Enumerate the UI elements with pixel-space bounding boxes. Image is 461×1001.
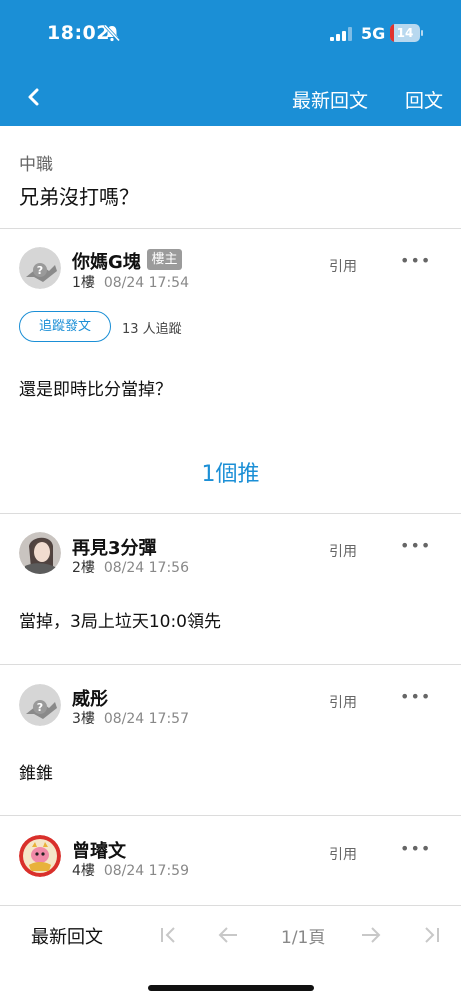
signal-icon bbox=[330, 27, 352, 41]
previous-page-icon[interactable] bbox=[217, 924, 239, 946]
more-options-icon[interactable]: ••• bbox=[400, 536, 431, 555]
network-label: 5G bbox=[361, 24, 386, 43]
post-floor: 1樓 bbox=[72, 275, 95, 291]
first-page-icon[interactable] bbox=[158, 924, 180, 946]
next-page-icon[interactable] bbox=[360, 924, 382, 946]
avatar-photo[interactable] bbox=[19, 532, 61, 574]
default-avatar-icon: ? bbox=[19, 247, 61, 289]
post-time: 08/24 17:54 bbox=[103, 275, 189, 291]
quote-button[interactable]: 引用 bbox=[329, 256, 357, 276]
more-options-icon[interactable]: ••• bbox=[400, 839, 431, 858]
post-meta: 2樓 08/24 17:56 bbox=[72, 557, 189, 577]
battery-nub bbox=[421, 30, 423, 36]
post-floor: 3樓 bbox=[72, 711, 95, 727]
battery-percent: 14 bbox=[396, 26, 414, 40]
quote-button[interactable]: 引用 bbox=[329, 844, 357, 864]
post-content: 當掉，3局上垃天10:0領先 bbox=[19, 612, 221, 632]
push-count[interactable]: 1個推 bbox=[0, 456, 461, 488]
post-meta: 3樓 08/24 17:57 bbox=[72, 708, 189, 728]
post-time: 08/24 17:59 bbox=[103, 863, 189, 879]
more-options-icon[interactable]: ••• bbox=[400, 687, 431, 706]
quote-button[interactable]: 引用 bbox=[329, 692, 357, 712]
post-floor: 2樓 bbox=[72, 560, 95, 576]
bottom-latest-reply-button[interactable]: 最新回文 bbox=[31, 923, 103, 949]
board-name[interactable]: 中職 bbox=[19, 150, 53, 175]
divider bbox=[0, 664, 461, 665]
status-time: 18:02 bbox=[47, 22, 110, 44]
divider bbox=[0, 228, 461, 229]
op-badge: 樓主 bbox=[147, 249, 182, 270]
home-indicator bbox=[148, 985, 314, 991]
page-indicator[interactable]: 1/1頁 bbox=[281, 923, 325, 948]
post-floor: 4樓 bbox=[72, 863, 95, 879]
battery-icon: 14 bbox=[390, 24, 420, 42]
post-author[interactable]: 你媽G塊 bbox=[72, 248, 141, 274]
header-bar: 18:02 5G 14 最新回文 回文 bbox=[0, 0, 461, 126]
post-meta: 1樓 08/24 17:54 bbox=[72, 272, 189, 292]
bell-muted-icon bbox=[103, 24, 121, 42]
divider bbox=[0, 513, 461, 514]
svg-text:?: ? bbox=[37, 264, 43, 277]
follower-count: 13 人追蹤 bbox=[122, 322, 182, 337]
avatar-default[interactable]: ? bbox=[19, 684, 61, 726]
back-chevron-icon[interactable] bbox=[22, 84, 46, 110]
thread-title: 兄弟沒打嗎？ bbox=[19, 185, 139, 209]
divider bbox=[0, 815, 461, 816]
default-avatar-icon: ? bbox=[19, 684, 61, 726]
post-content: 錐錐 bbox=[19, 764, 53, 784]
post-meta: 4樓 08/24 17:59 bbox=[72, 860, 189, 880]
quote-button[interactable]: 引用 bbox=[329, 541, 357, 561]
post-time: 08/24 17:57 bbox=[103, 711, 189, 727]
more-options-icon[interactable]: ••• bbox=[400, 251, 431, 270]
avatar-default[interactable]: ? bbox=[19, 247, 61, 289]
latest-reply-button[interactable]: 最新回文 bbox=[292, 86, 368, 113]
svg-text:?: ? bbox=[37, 701, 43, 714]
reply-button[interactable]: 回文 bbox=[405, 86, 443, 113]
post-content: 還是即時比分當掉？ bbox=[19, 380, 172, 400]
avatar-dragon[interactable] bbox=[19, 835, 61, 877]
post-time: 08/24 17:56 bbox=[103, 560, 189, 576]
follow-post-button[interactable]: 追蹤發文 bbox=[19, 311, 111, 342]
last-page-icon[interactable] bbox=[420, 924, 442, 946]
dragon-avatar-image bbox=[19, 835, 61, 877]
user-photo bbox=[19, 532, 61, 574]
bottom-toolbar: 最新回文 1/1頁 bbox=[0, 905, 461, 1001]
